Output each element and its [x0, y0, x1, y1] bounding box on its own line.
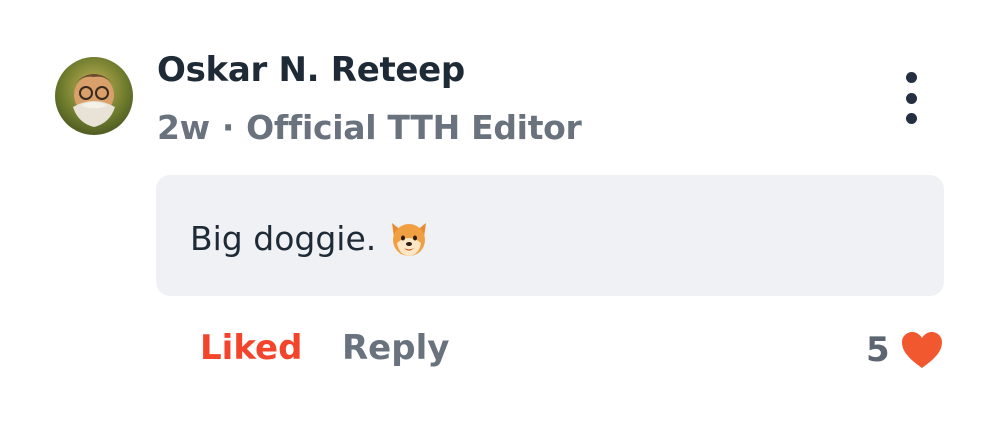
heart-icon[interactable]: [900, 330, 944, 370]
like-count: 5: [866, 330, 890, 370]
comment-bubble: Big doggie.: [156, 175, 944, 296]
user-avatar-icon: [55, 57, 133, 135]
meta-separator: ·: [221, 108, 235, 147]
avatar[interactable]: [55, 57, 133, 135]
comment-text: Big doggie.: [190, 218, 377, 258]
vertical-ellipsis-icon: [905, 72, 917, 83]
dog-face-emoji-icon: [392, 223, 427, 256]
comment-meta: 2w · Official TTH Editor: [157, 108, 582, 147]
more-options-button[interactable]: [896, 72, 926, 124]
reply-button[interactable]: Reply: [342, 328, 449, 368]
comment: Oskar N. Reteep 2w · Official TTH Editor B…: [0, 0, 1000, 422]
author-name[interactable]: Oskar N. Reteep: [157, 50, 465, 90]
comment-body: Big doggie.: [190, 217, 430, 259]
author-role: Official TTH Editor: [246, 108, 582, 147]
vertical-ellipsis-icon: [905, 113, 917, 124]
vertical-ellipsis-icon: [905, 92, 917, 104]
liked-button[interactable]: Liked: [200, 328, 302, 368]
time-ago: 2w: [157, 108, 210, 147]
